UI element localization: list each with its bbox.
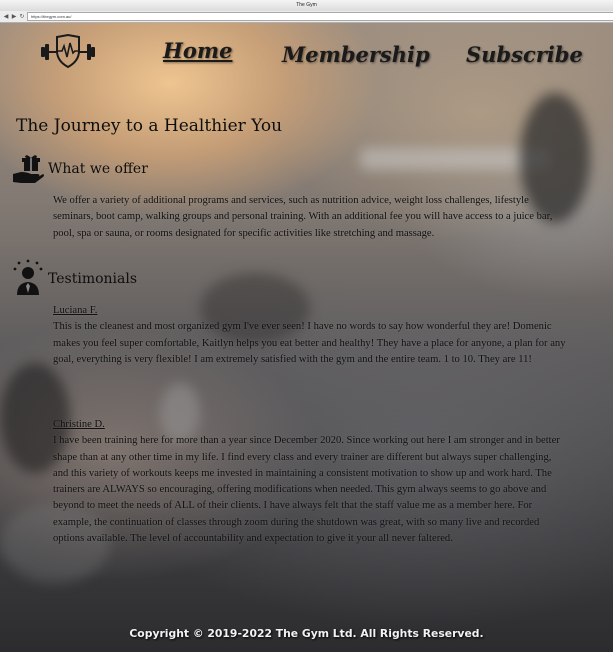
nav-home-link[interactable]: Home bbox=[163, 38, 232, 63]
back-arrow-icon[interactable]: ◀ bbox=[3, 13, 9, 21]
testimonial-item: Luciana F. This is the cleanest and most… bbox=[53, 303, 568, 368]
url-field[interactable]: https://thegym.com.au/ bbox=[27, 12, 613, 21]
window-title: The Gym bbox=[296, 2, 317, 8]
testimonials-heading: Testimonials bbox=[48, 271, 138, 287]
testimonial-author: Luciana F. bbox=[53, 305, 98, 316]
testimonial-item: Christine D. I have been training here f… bbox=[53, 417, 568, 547]
testimonial-author: Christine D. bbox=[53, 419, 105, 430]
page-viewport: Home Membership Subscribe The Journey to… bbox=[0, 23, 613, 652]
testimonial-text: I have been training here for more than … bbox=[53, 435, 560, 545]
browser-nav-buttons: ◀ ▶ ↻ bbox=[3, 12, 25, 21]
page-title: The Journey to a Healthier You bbox=[16, 116, 283, 136]
address-bar: ◀ ▶ ↻ https://thegym.com.au/ bbox=[0, 11, 613, 23]
footer-copyright: Copyright © 2019-2022 The Gym Ltd. All R… bbox=[129, 627, 484, 640]
gift-hand-icon bbox=[13, 155, 44, 183]
offer-heading: What we offer bbox=[48, 161, 148, 177]
testimonial-text: This is the cleanest and most organized … bbox=[53, 321, 566, 365]
nav-membership-link[interactable]: Membership bbox=[282, 42, 430, 67]
nav-subscribe-link[interactable]: Subscribe bbox=[466, 42, 583, 67]
reload-icon[interactable]: ↻ bbox=[19, 13, 25, 21]
dumbbell-heartbeat-shield-icon[interactable] bbox=[39, 33, 97, 69]
forward-arrow-icon[interactable]: ▶ bbox=[11, 13, 17, 21]
offer-text: We offer a variety of additional program… bbox=[53, 195, 553, 239]
person-spotlight-icon bbox=[13, 259, 43, 295]
